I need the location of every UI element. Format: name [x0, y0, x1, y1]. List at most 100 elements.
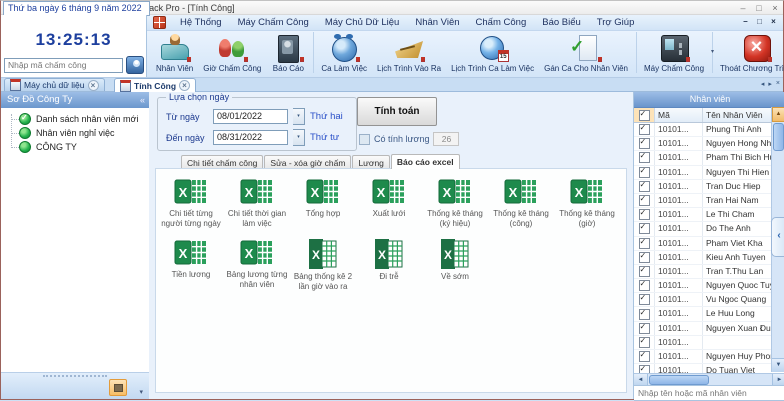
- excel-report-button[interactable]: X X Chi tiết từng người từng ngày: [158, 177, 224, 228]
- row-checkbox-cell[interactable]: [634, 251, 655, 264]
- tab-scroll-left-icon[interactable]: ◂: [761, 80, 765, 88]
- excel-report-button[interactable]: X X Thống kê tháng (giờ): [554, 177, 620, 228]
- menu-item[interactable]: Nhân Viên: [407, 16, 467, 29]
- row-checkbox-cell[interactable]: [634, 123, 655, 136]
- employee-row[interactable]: 10101... Nguyen Hong Nhung: [634, 137, 771, 151]
- from-date-input[interactable]: 08/01/2022: [213, 109, 288, 124]
- row-checkbox[interactable]: [639, 280, 650, 291]
- employee-row[interactable]: 10101... Nguyen Huy Phong: [634, 350, 771, 364]
- to-date-input[interactable]: 08/31/2022: [213, 130, 288, 145]
- row-checkbox[interactable]: [639, 351, 650, 362]
- employee-row[interactable]: 10101... Do The Anh: [634, 222, 771, 236]
- employee-row[interactable]: 10101...: [634, 336, 771, 350]
- excel-report-button[interactable]: X X Đi trễ: [356, 238, 422, 291]
- row-checkbox[interactable]: [639, 223, 650, 234]
- row-checkbox-cell[interactable]: [634, 336, 655, 349]
- row-checkbox[interactable]: [639, 138, 650, 149]
- menu-item[interactable]: Trợ Giúp: [589, 16, 643, 29]
- attendance-code-input[interactable]: [4, 58, 123, 73]
- tree-item[interactable]: CÔNG TY: [1, 140, 149, 154]
- row-checkbox-cell[interactable]: [634, 322, 655, 335]
- restore-button[interactable]: □: [751, 2, 767, 14]
- toolbar-button[interactable]: Giờ Chấm Công: [198, 32, 266, 73]
- row-checkbox[interactable]: [639, 238, 650, 249]
- tab-may-chu-du-lieu[interactable]: Máy chủ dữ liệu ×: [4, 78, 105, 91]
- scroll-down-icon[interactable]: ▼: [772, 358, 784, 372]
- row-checkbox-cell[interactable]: [634, 279, 655, 292]
- tab-close-icon[interactable]: ×: [88, 80, 99, 91]
- collapse-handle[interactable]: ‹: [771, 217, 784, 257]
- navbar-shortcut-button[interactable]: [109, 379, 127, 396]
- excel-report-button[interactable]: X X Thống kê tháng (ký hiệu): [422, 177, 488, 228]
- employee-row[interactable]: 10101... Le Thi Cham: [634, 208, 771, 222]
- tab-luong[interactable]: Lương: [352, 155, 389, 169]
- select-all-cell[interactable]: [634, 108, 655, 122]
- row-checkbox[interactable]: [639, 181, 650, 192]
- excel-report-button[interactable]: X X Xuất lưới: [356, 177, 422, 228]
- row-checkbox[interactable]: [639, 167, 650, 178]
- row-checkbox[interactable]: [639, 309, 650, 320]
- scroll-up-icon[interactable]: ▲: [772, 107, 784, 122]
- employee-row[interactable]: 10101... Pham Thi Bich Hue: [634, 151, 771, 165]
- employee-row[interactable]: 10101... Tran T.Thu Lan: [634, 265, 771, 279]
- toolbar-button[interactable]: Thoát Chương Trình: [715, 32, 784, 73]
- mdi-restore-button[interactable]: □: [754, 16, 765, 27]
- row-checkbox[interactable]: [639, 124, 650, 135]
- menu-item[interactable]: Hệ Thống: [172, 16, 230, 29]
- tree-item[interactable]: Danh sách nhân viên mới: [1, 112, 149, 126]
- employee-row[interactable]: 10101... Tran Hai Nam: [634, 194, 771, 208]
- row-checkbox[interactable]: [639, 266, 650, 277]
- mdi-minimize-button[interactable]: –: [740, 16, 751, 27]
- row-checkbox-cell[interactable]: [634, 208, 655, 221]
- excel-report-button[interactable]: X X Tiền lương: [158, 238, 224, 291]
- excel-report-button[interactable]: X X Tổng hợp: [290, 177, 356, 228]
- tab-list-close-icon[interactable]: ×: [776, 80, 780, 88]
- collapse-panel-icon[interactable]: «: [140, 92, 145, 108]
- tab-bao-cao-excel[interactable]: Báo cáo excel: [391, 154, 460, 169]
- employee-search-input[interactable]: [634, 385, 784, 401]
- toolbar-button[interactable]: Nhân Viên: [151, 32, 198, 73]
- calculate-button[interactable]: Tính toán: [357, 97, 437, 126]
- row-checkbox-cell[interactable]: [634, 151, 655, 164]
- tab-close-icon[interactable]: ×: [179, 80, 190, 91]
- tab-scroll-right-icon[interactable]: ▸: [768, 80, 772, 88]
- excel-report-button[interactable]: X X Thống kê tháng (công): [488, 177, 554, 228]
- row-checkbox-cell[interactable]: [634, 222, 655, 235]
- row-checkbox-cell[interactable]: [634, 166, 655, 179]
- row-checkbox[interactable]: [639, 209, 650, 220]
- row-checkbox[interactable]: [639, 294, 650, 305]
- employee-row[interactable]: 10101... Le Huu Long: [634, 307, 771, 321]
- tab-tinh-cong[interactable]: Tính Công ×: [114, 78, 196, 92]
- to-date-spinner[interactable]: ▾: [293, 129, 305, 146]
- minimize-button[interactable]: –: [735, 2, 751, 14]
- select-all-checkbox[interactable]: [639, 110, 650, 121]
- tab-sua-xoa-gio-cham[interactable]: Sửa - xóa giờ chấm: [264, 155, 351, 169]
- employee-row[interactable]: 10101... Nguyen Xuan Dung: [634, 322, 771, 336]
- employee-row[interactable]: 10101... Tran Duc Hiep: [634, 180, 771, 194]
- row-checkbox-cell[interactable]: [634, 137, 655, 150]
- toolbar-button[interactable]: 15 Lịch Trình Ca Làm Việc: [446, 32, 539, 73]
- close-button[interactable]: ×: [767, 2, 783, 14]
- menu-item[interactable]: Máy Chấm Công: [230, 16, 317, 29]
- employee-row[interactable]: 10101... Pham Viet Kha: [634, 237, 771, 251]
- splitter-grip[interactable]: [43, 375, 107, 377]
- row-checkbox-cell[interactable]: [634, 237, 655, 250]
- excel-report-button[interactable]: X X Bảng thống kê 2 lần giờ vào ra: [290, 238, 356, 291]
- from-date-spinner[interactable]: ▾: [293, 108, 305, 125]
- excel-report-button[interactable]: X X Chi tiết thời gian làm việc: [224, 177, 290, 228]
- mdi-close-button[interactable]: ×: [768, 16, 779, 27]
- toolbar-button[interactable]: Báo Cáo: [266, 32, 314, 73]
- row-checkbox-cell[interactable]: [634, 194, 655, 207]
- row-checkbox-cell[interactable]: [634, 265, 655, 278]
- salary-checkbox[interactable]: [359, 134, 370, 145]
- row-checkbox-cell[interactable]: [634, 180, 655, 193]
- tree-item[interactable]: Nhân viên nghỉ việc: [1, 126, 149, 140]
- menu-item[interactable]: Chấm Công: [468, 16, 535, 29]
- row-checkbox-cell[interactable]: [634, 307, 655, 320]
- row-checkbox[interactable]: [639, 337, 650, 348]
- row-checkbox[interactable]: [639, 152, 650, 163]
- row-checkbox[interactable]: [639, 195, 650, 206]
- menu-item[interactable]: Báo Biểu: [534, 16, 589, 29]
- tab-chi-tiet-cham-cong[interactable]: Chi tiết chấm công: [181, 155, 263, 169]
- excel-report-button[interactable]: X X Về sớm: [422, 238, 488, 291]
